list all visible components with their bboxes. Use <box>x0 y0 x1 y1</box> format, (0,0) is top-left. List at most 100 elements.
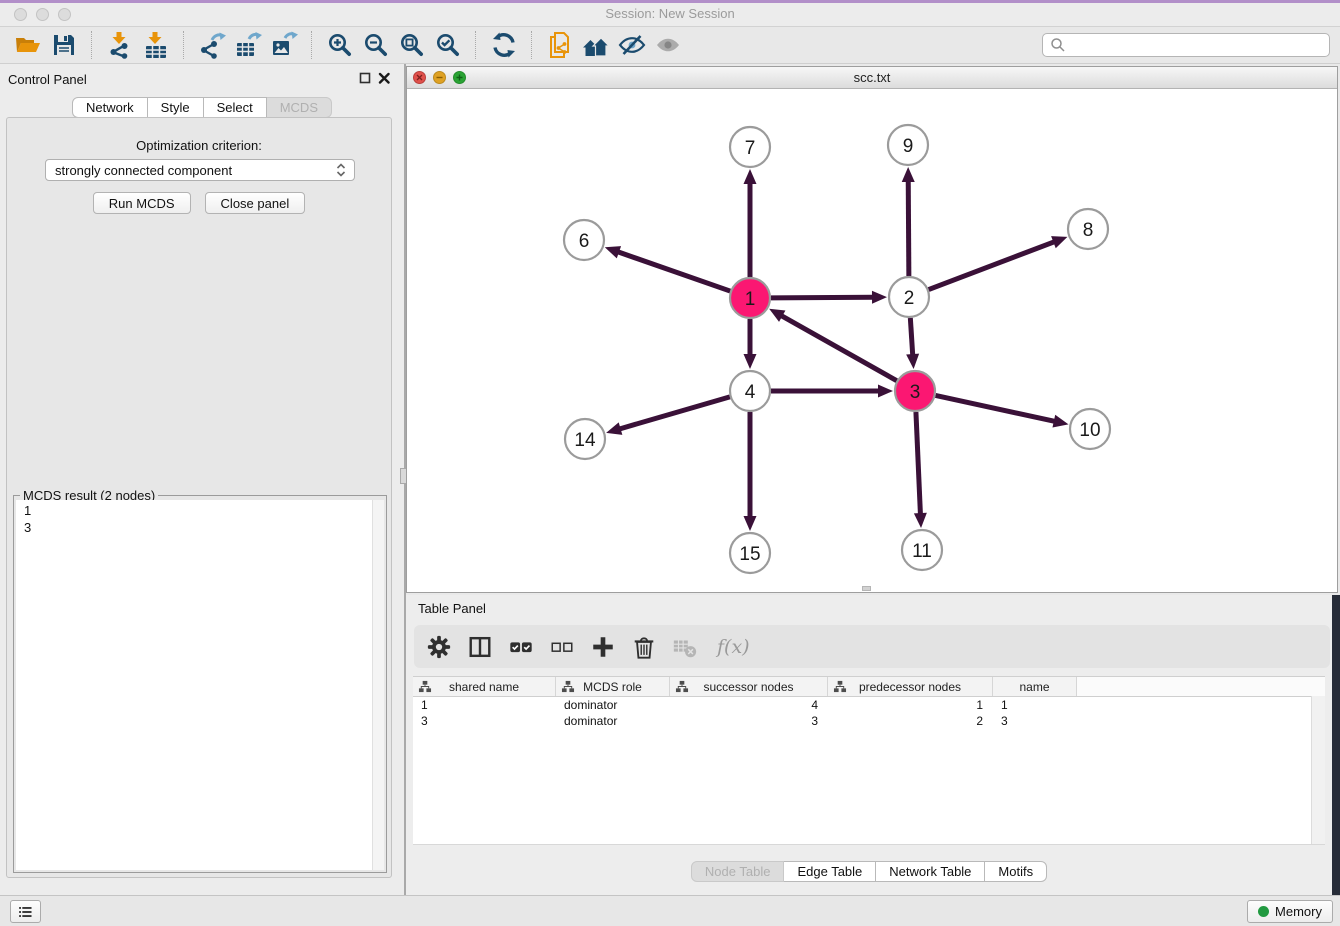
zoom-fit-button[interactable] <box>396 29 428 61</box>
save-button[interactable] <box>48 29 80 61</box>
graph-node-9[interactable]: 9 <box>888 125 928 165</box>
graph-edge-1-2[interactable] <box>771 291 887 304</box>
graph-edge-3-10[interactable] <box>936 395 1069 427</box>
tab-network-table[interactable]: Network Table <box>876 861 985 882</box>
criterion-dropdown[interactable]: strongly connected component <box>45 159 355 181</box>
search-input[interactable] <box>1071 37 1322 54</box>
gear-button[interactable] <box>426 634 452 660</box>
control-panel-float-button[interactable] <box>358 72 371 85</box>
column-header-predecessor-nodes[interactable]: predecessor nodes <box>828 677 993 696</box>
tab-mcds[interactable]: MCDS <box>267 97 332 118</box>
zoom-selected-button[interactable] <box>432 29 464 61</box>
table-cell[interactable]: 2 <box>828 714 993 728</box>
graph-node-8[interactable]: 8 <box>1068 209 1108 249</box>
graph-node-2[interactable]: 2 <box>889 277 929 317</box>
criterion-dropdown-value: strongly connected component <box>55 163 334 178</box>
zoom-out-button[interactable] <box>360 29 392 61</box>
column-header-shared-name[interactable]: shared name <box>413 677 556 696</box>
graph-edge-4-14[interactable] <box>606 397 730 435</box>
delete-column-button[interactable] <box>631 634 657 660</box>
graph-node-11[interactable]: 11 <box>902 530 942 570</box>
table-cell[interactable]: 3 <box>670 714 828 728</box>
network-minimize-button[interactable] <box>433 71 446 84</box>
column-header-successor-nodes[interactable]: successor nodes <box>670 677 828 696</box>
graph-edge-1-4[interactable] <box>744 319 757 369</box>
tab-style[interactable]: Style <box>148 97 204 118</box>
import-network-button[interactable] <box>104 29 136 61</box>
graph-edge-2-9[interactable] <box>902 167 915 276</box>
export-image-button[interactable] <box>268 29 300 61</box>
network-graph-canvas[interactable]: 1 2 3 4 6 7 8 9 10 11 14 15 <box>407 89 1337 593</box>
refresh-button[interactable] <box>488 29 520 61</box>
tab-select[interactable]: Select <box>204 97 267 118</box>
deselect-all-button[interactable] <box>549 634 575 660</box>
memory-button[interactable]: Memory <box>1247 900 1333 923</box>
tab-network[interactable]: Network <box>72 97 148 118</box>
zoom-in-button[interactable] <box>324 29 356 61</box>
table-cell[interactable]: 1 <box>413 698 556 712</box>
select-all-icon <box>508 633 534 661</box>
run-mcds-button[interactable]: Run MCDS <box>93 192 191 214</box>
add-column-button[interactable] <box>590 634 616 660</box>
tree-sort-icon <box>418 680 432 693</box>
graph-edge-4-15[interactable] <box>744 412 757 531</box>
graph-edge-4-3[interactable] <box>771 385 893 398</box>
tab-node-table[interactable]: Node Table <box>691 861 785 882</box>
graph-edge-1-6[interactable] <box>605 246 730 291</box>
export-table-button[interactable] <box>232 29 264 61</box>
graph-edge-3-11[interactable] <box>914 412 927 528</box>
tab-motifs[interactable]: Motifs <box>985 861 1047 882</box>
graph-node-7[interactable]: 7 <box>730 127 770 167</box>
control-panel-close-button[interactable] <box>377 72 390 85</box>
mcds-result-text: 1 3 <box>24 502 31 536</box>
network-window-titlebar[interactable]: scc.txt <box>407 67 1337 89</box>
search-icon <box>1050 37 1066 53</box>
table-cell[interactable]: 4 <box>670 698 828 712</box>
table-cell[interactable]: dominator <box>556 698 670 712</box>
graph-node-1[interactable]: 1 <box>730 278 770 318</box>
graph-node-4[interactable]: 4 <box>730 371 770 411</box>
tab-edge-table[interactable]: Edge Table <box>784 861 876 882</box>
table-row[interactable]: 3dominator323 <box>413 713 1325 729</box>
home-button[interactable] <box>580 29 612 61</box>
table-cell[interactable]: 3 <box>993 714 1077 728</box>
table-cell[interactable]: dominator <box>556 714 670 728</box>
tree-sort-icon <box>833 680 847 693</box>
clipboard-network-button[interactable] <box>544 29 576 61</box>
graph-node-14[interactable]: 14 <box>565 419 605 459</box>
export-network-button[interactable] <box>196 29 228 61</box>
result-scrollbar[interactable] <box>372 500 384 870</box>
toolbar-separator <box>91 31 93 59</box>
mcds-result-area[interactable]: 1 3 <box>16 500 384 870</box>
import-table-button[interactable] <box>140 29 172 61</box>
hide-graphics-button[interactable] <box>616 29 648 61</box>
table-row[interactable]: 1dominator411 <box>413 697 1325 713</box>
network-scroll-handle[interactable] <box>862 586 871 591</box>
graph-edge-3-1[interactable] <box>769 309 897 381</box>
table-cell[interactable]: 1 <box>993 698 1077 712</box>
graph-node-15[interactable]: 15 <box>730 533 770 573</box>
table-cell[interactable]: 3 <box>413 714 556 728</box>
graph-node-3[interactable]: 3 <box>895 371 935 411</box>
column-header-mcds-role[interactable]: MCDS role <box>556 677 670 696</box>
select-all-button[interactable] <box>508 634 534 660</box>
network-zoom-button[interactable] <box>453 71 466 84</box>
save-icon <box>50 31 78 59</box>
tree-sort-icon <box>675 680 689 693</box>
network-close-button[interactable] <box>413 71 426 84</box>
open-folder-button[interactable] <box>12 29 44 61</box>
graph-node-label: 9 <box>903 136 914 157</box>
graph-edge-1-7[interactable] <box>744 169 757 277</box>
search-box[interactable] <box>1042 33 1330 57</box>
split-columns-button[interactable] <box>467 634 493 660</box>
graph-node-6[interactable]: 6 <box>564 220 604 260</box>
graph-edge-2-8[interactable] <box>929 236 1068 289</box>
column-header-name[interactable]: name <box>993 677 1077 696</box>
graph-node-10[interactable]: 10 <box>1070 409 1110 449</box>
table-cell[interactable]: 1 <box>828 698 993 712</box>
graph-node-label: 11 <box>912 541 932 562</box>
task-history-button[interactable] <box>10 900 41 923</box>
table-scrollbar[interactable] <box>1311 696 1325 844</box>
close-panel-button[interactable]: Close panel <box>205 192 306 214</box>
graph-edge-2-3[interactable] <box>906 318 919 369</box>
